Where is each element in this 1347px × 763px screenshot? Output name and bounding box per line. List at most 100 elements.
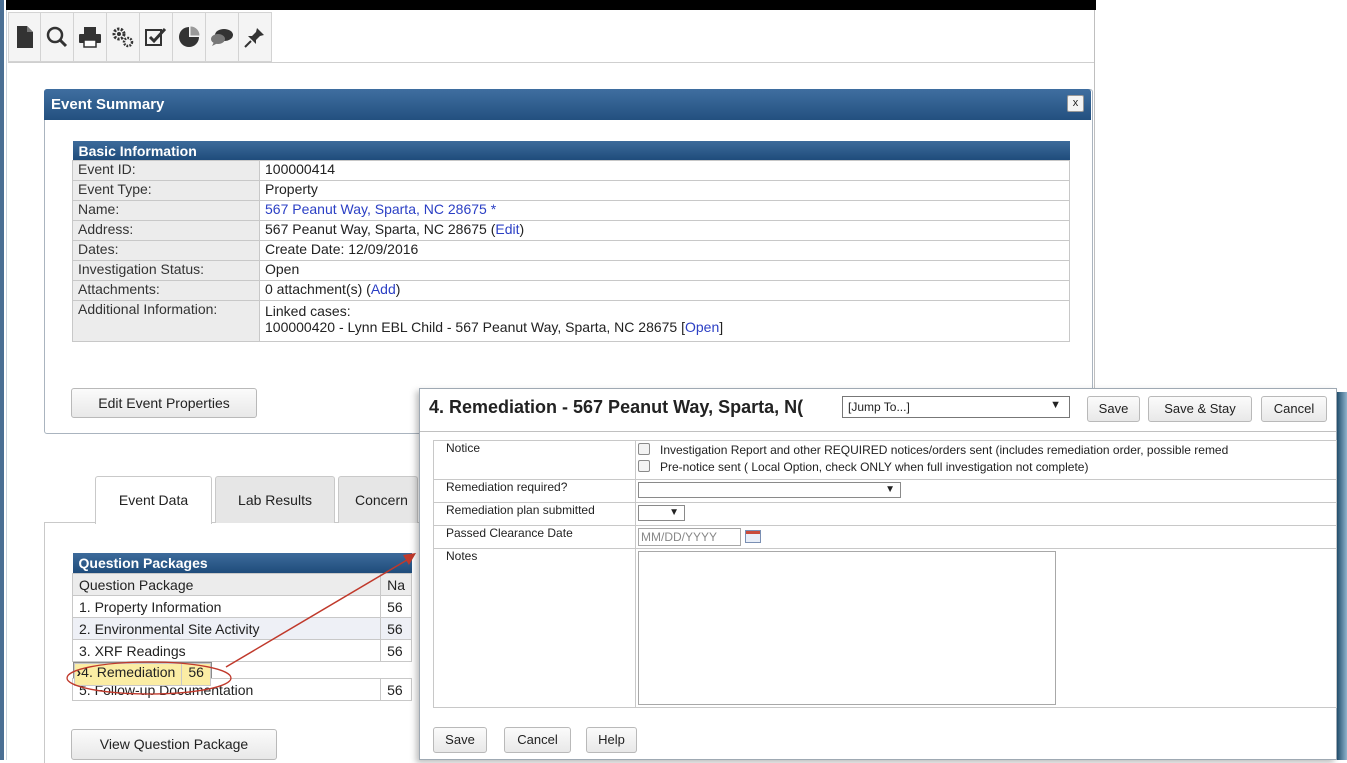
clearance-date-label: Passed Clearance Date bbox=[433, 525, 636, 549]
question-packages-table: Question Packages Question Package Na 1.… bbox=[71, 553, 412, 701]
pre-notice-checkbox[interactable] bbox=[638, 460, 650, 472]
dates-value: Create Date: 12/09/2016 bbox=[259, 240, 1070, 261]
investigation-status-value: Open bbox=[259, 260, 1070, 281]
settings-button[interactable] bbox=[107, 12, 140, 62]
edit-event-properties-button[interactable]: Edit Event Properties bbox=[71, 388, 257, 418]
remediation-required-label: Remediation required? bbox=[433, 479, 636, 503]
package-name[interactable]: 4. Remediation bbox=[81, 664, 175, 680]
open-linked-case-link[interactable]: Open bbox=[685, 319, 719, 335]
package-cell: 56 bbox=[380, 639, 412, 662]
field-label: Name: bbox=[72, 200, 260, 221]
field-label: Event Type: bbox=[72, 180, 260, 201]
basic-information-table: Basic Information Event ID: 100000414 Ev… bbox=[72, 141, 1070, 342]
table-row[interactable]: 2. Environmental Site Activity 56 bbox=[71, 617, 412, 640]
dialog-header-divider bbox=[420, 431, 1336, 432]
toolbar-divider bbox=[8, 62, 1094, 63]
pin-button[interactable] bbox=[239, 12, 272, 62]
plan-submitted-select[interactable]: ▼ bbox=[638, 505, 685, 521]
settings-gears-icon bbox=[112, 27, 134, 48]
background-window-edge bbox=[1337, 392, 1347, 760]
checkbox-icon bbox=[145, 27, 167, 46]
messages-button[interactable] bbox=[206, 12, 239, 62]
table-row: Additional Information: Linked cases: 10… bbox=[72, 300, 1070, 342]
tab-lab-results[interactable]: Lab Results bbox=[215, 476, 335, 523]
cancel-button[interactable]: Cancel bbox=[1261, 396, 1327, 422]
event-id-value: 100000414 bbox=[259, 160, 1070, 181]
field-label: Event ID: bbox=[72, 160, 260, 181]
package-cell: 56 bbox=[380, 617, 412, 640]
clearance-date-input[interactable]: MM/DD/YYYY bbox=[638, 528, 741, 546]
notice-required-checkbox[interactable] bbox=[638, 443, 650, 455]
field-label: Investigation Status: bbox=[72, 260, 260, 281]
table-row: Name: 567 Peanut Way, Sparta, NC 28675 * bbox=[72, 200, 1070, 221]
table-row[interactable]: 1. Property Information 56 bbox=[71, 595, 412, 618]
save-and-stay-button[interactable]: Save & Stay bbox=[1148, 396, 1252, 422]
chat-bubbles-icon bbox=[211, 29, 233, 46]
checklist-button[interactable] bbox=[140, 12, 173, 62]
package-name[interactable]: 3. XRF Readings bbox=[71, 639, 382, 662]
notice-label: Notice bbox=[433, 440, 636, 480]
new-document-icon bbox=[16, 26, 33, 48]
calendar-icon[interactable] bbox=[745, 530, 761, 543]
dropdown-arrow-icon: ▼ bbox=[885, 484, 895, 495]
form-row: Passed Clearance Date MM/DD/YYYY bbox=[433, 525, 1337, 549]
event-type-value: Property bbox=[259, 180, 1070, 201]
linked-case-text: 100000420 - Lynn EBL Child - 567 Peanut … bbox=[265, 319, 685, 335]
notes-label: Notes bbox=[433, 548, 636, 708]
table-row-selected[interactable]: ›4. Remediation 56 bbox=[72, 662, 212, 686]
top-frame-line bbox=[6, 0, 1096, 10]
basic-information-title: Basic Information bbox=[72, 141, 1070, 161]
chart-button[interactable] bbox=[173, 12, 206, 62]
close-button[interactable]: x bbox=[1067, 95, 1084, 112]
table-header-row: Question Package Na bbox=[71, 573, 412, 596]
form-row: Remediation plan submitted ▼ bbox=[433, 502, 1337, 526]
event-summary-header: Event Summary x bbox=[44, 89, 1091, 120]
add-attachment-link[interactable]: Add bbox=[371, 281, 396, 297]
print-button[interactable] bbox=[74, 12, 107, 62]
dropdown-arrow-icon: ▼ bbox=[1050, 399, 1061, 411]
form-row: Remediation required? ▼ bbox=[433, 479, 1337, 503]
bracket-close: ] bbox=[719, 319, 724, 335]
question-packages-title: Question Packages bbox=[72, 553, 412, 574]
table-row: Dates: Create Date: 12/09/2016 bbox=[72, 240, 1070, 261]
save-button-bottom[interactable]: Save bbox=[433, 727, 487, 753]
help-button[interactable]: Help bbox=[586, 727, 637, 753]
notes-textarea[interactable] bbox=[638, 551, 1056, 705]
paren-close: ) bbox=[519, 221, 525, 237]
cancel-button-bottom[interactable]: Cancel bbox=[504, 727, 571, 753]
remediation-dialog-title: 4. Remediation - 567 Peanut Way, Sparta,… bbox=[429, 397, 804, 417]
tab-event-data[interactable]: Event Data bbox=[95, 476, 212, 524]
table-row[interactable]: 3. XRF Readings 56 bbox=[71, 639, 412, 662]
attachments-value: 0 attachment(s) ( bbox=[265, 281, 371, 297]
field-label: Attachments: bbox=[72, 280, 260, 301]
jump-to-select[interactable]: [Jump To...] ▼ bbox=[842, 396, 1070, 418]
package-cell: 56 bbox=[181, 663, 211, 686]
edit-address-link[interactable]: Edit bbox=[495, 221, 519, 237]
field-label: Dates: bbox=[72, 240, 260, 261]
table-row: Investigation Status: Open bbox=[72, 260, 1070, 281]
view-question-package-button[interactable]: View Question Package bbox=[71, 729, 277, 760]
package-cell: 56 bbox=[380, 678, 412, 701]
dropdown-arrow-icon: ▼ bbox=[669, 507, 679, 518]
pre-notice-text: Pre-notice sent ( Local Option, check ON… bbox=[660, 460, 1089, 474]
toolbar bbox=[8, 12, 272, 62]
search-button[interactable] bbox=[41, 12, 74, 62]
paren-close: ) bbox=[395, 281, 401, 297]
table-row: Attachments: 0 attachment(s) (Add) bbox=[72, 280, 1070, 301]
event-summary-title: Event Summary bbox=[51, 96, 165, 113]
save-button[interactable]: Save bbox=[1087, 396, 1140, 422]
package-name[interactable]: 2. Environmental Site Activity bbox=[71, 617, 382, 640]
left-frame-bar bbox=[0, 0, 4, 760]
new-document-button[interactable] bbox=[8, 12, 41, 62]
column-header-question-package: Question Package bbox=[71, 573, 382, 596]
package-name[interactable]: 1. Property Information bbox=[71, 595, 382, 618]
print-icon bbox=[79, 27, 101, 48]
search-icon bbox=[46, 26, 68, 48]
tab-concerns[interactable]: Concern bbox=[338, 476, 418, 523]
pin-icon bbox=[244, 28, 264, 48]
form-row: Notes bbox=[433, 548, 1337, 708]
event-name-link[interactable]: 567 Peanut Way, Sparta, NC 28675 * bbox=[265, 201, 496, 217]
field-label: Address: bbox=[72, 220, 260, 241]
field-label: Additional Information: bbox=[72, 300, 260, 342]
remediation-required-select[interactable]: ▼ bbox=[638, 482, 901, 498]
